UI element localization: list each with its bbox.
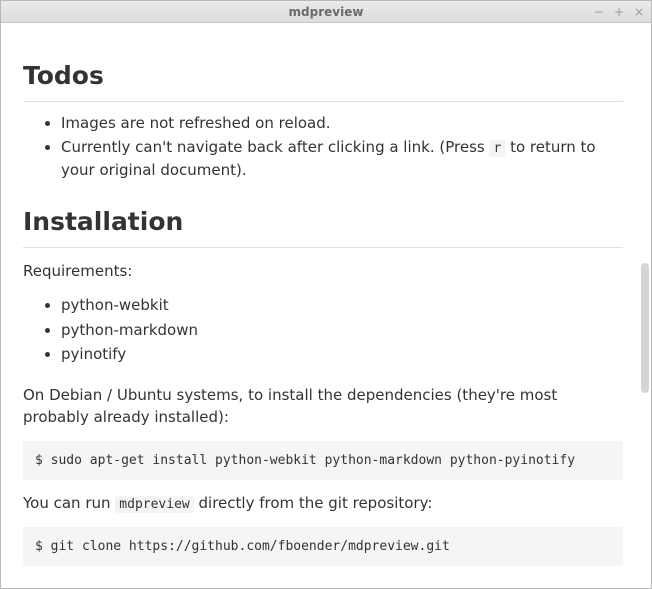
run-paragraph: You can run mdpreview directly from the … [23, 492, 623, 515]
text: Currently can't navigate back after clic… [61, 138, 489, 156]
requirements-label: Requirements: [23, 260, 623, 283]
code-block-install: $ sudo apt-get install python-webkit pyt… [23, 441, 623, 481]
content-viewport: Todos Images are not refreshed on reload… [1, 23, 651, 588]
text: You can run [23, 494, 115, 512]
window-title: mdpreview [1, 5, 651, 19]
inline-code: mdpreview [115, 496, 193, 513]
close-button[interactable]: × [633, 6, 645, 18]
todos-list: Images are not refreshed on reload. Curr… [23, 112, 623, 182]
debian-paragraph: On Debian / Ubuntu systems, to install t… [23, 384, 623, 429]
text: directly from the git repository: [194, 494, 433, 512]
maximize-button[interactable]: + [613, 6, 625, 18]
code-block-clone: $ git clone https://github.com/fboender/… [23, 527, 623, 567]
list-item: python-markdown [61, 319, 623, 342]
heading-todos: Todos [23, 57, 623, 102]
minimize-button[interactable]: − [593, 6, 605, 18]
document-body: Todos Images are not refreshed on reload… [1, 23, 651, 588]
list-item: python-webkit [61, 294, 623, 317]
list-item: Currently can't navigate back after clic… [61, 136, 623, 181]
app-window: mdpreview − + × Todos Images are not ref… [0, 0, 652, 589]
list-item: Images are not refreshed on reload. [61, 112, 623, 135]
heading-installation: Installation [23, 203, 623, 248]
requirements-list: python-webkit python-markdown pyinotify [23, 294, 623, 366]
titlebar[interactable]: mdpreview − + × [1, 1, 651, 23]
list-item: pyinotify [61, 343, 623, 366]
scrollbar-thumb[interactable] [641, 263, 649, 393]
window-controls: − + × [593, 1, 645, 23]
inline-code: r [489, 140, 505, 157]
